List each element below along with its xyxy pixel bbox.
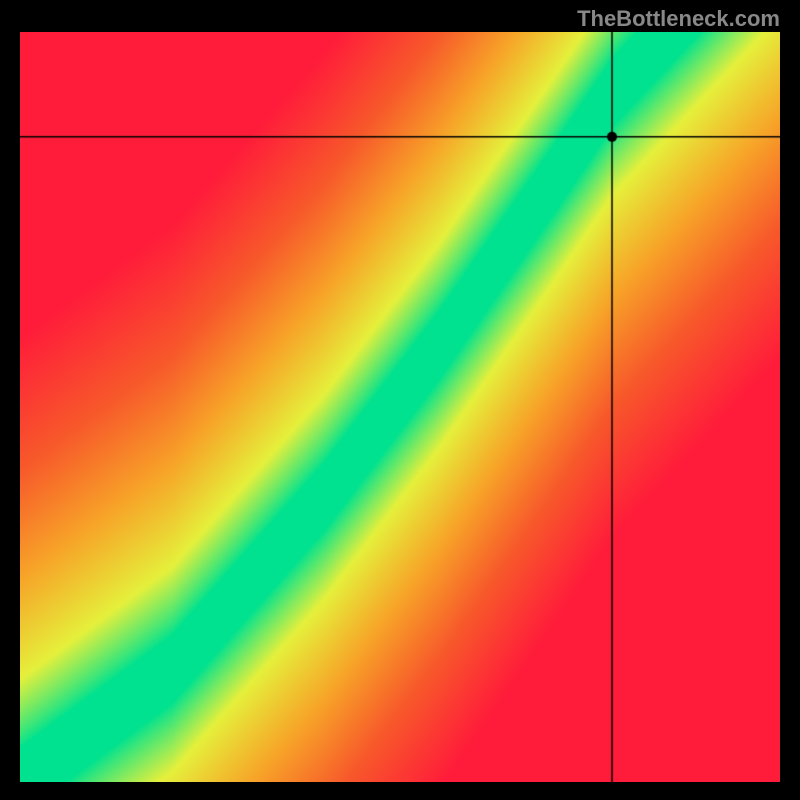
watermark-label: TheBottleneck.com	[577, 6, 780, 32]
heatmap-chart	[20, 32, 780, 782]
